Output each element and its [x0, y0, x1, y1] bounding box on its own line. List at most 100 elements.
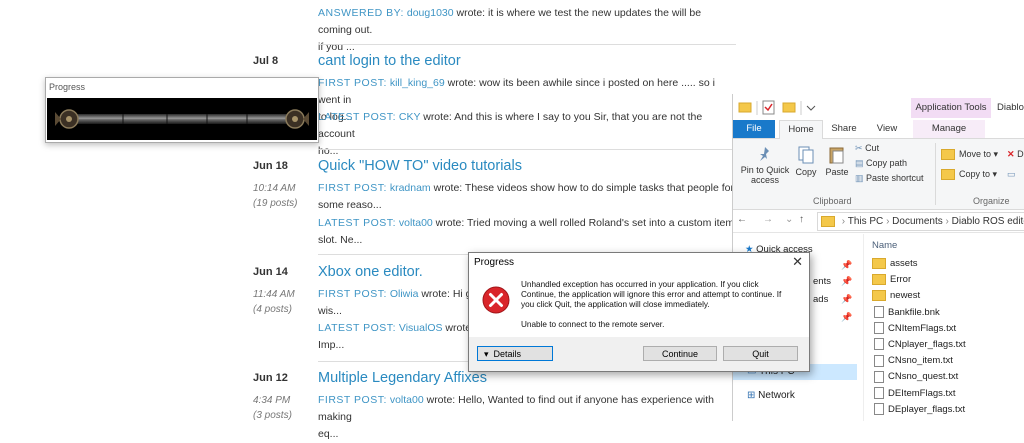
dialog-body: Unhandled exception has occurred in your… [469, 273, 809, 337]
window-title: Diablo [997, 102, 1024, 113]
paste-shortcut-button[interactable]: ▥ Paste shortcut [855, 173, 924, 184]
file-list-item[interactable]: CNsno_item.txt [872, 353, 953, 369]
thread-date: Jul 8 [253, 55, 279, 67]
document-icon [874, 403, 884, 416]
error-message: Unhandled exception has occurred in your… [521, 280, 782, 309]
author-link[interactable]: volta00 [399, 217, 433, 229]
author-link[interactable]: kill_king_69 [390, 77, 445, 89]
folder-icon [872, 290, 886, 302]
thread-title-link[interactable]: cant login to the editor [318, 53, 461, 69]
network-icon: ⊞ [747, 390, 756, 401]
breadcrumb[interactable]: › This PC › Documents › Diablo ROS edito [817, 212, 1024, 231]
document-icon [874, 370, 884, 383]
paste-button[interactable]: Paste [823, 145, 851, 177]
file-list-item[interactable]: Error [872, 272, 911, 288]
pin-icon [760, 147, 769, 161]
cut-button[interactable]: ✂ Cut [855, 143, 879, 154]
thread-title-link[interactable]: Multiple Legendary Affixes [318, 370, 487, 386]
file-name: CNItemFlags.txt [888, 322, 957, 334]
up-arrow-icon[interactable]: ↑ [799, 214, 804, 225]
progress-window-title: Progress [49, 82, 86, 92]
folder-icon [821, 215, 835, 227]
first-post: FIRST POST: volta00 wrote: Hello, Wanted… [318, 394, 714, 440]
file-list-item[interactable]: Bankfile.bnk [872, 305, 940, 321]
folder-icon [941, 149, 955, 161]
thread-date: Jun 18 [253, 160, 288, 172]
latest-post: LATEST POST: volta00 wrote: Tried moving… [318, 217, 735, 246]
quit-button[interactable]: Quit [723, 346, 798, 361]
thread-date: Jun 14 [253, 266, 288, 278]
tab-share[interactable]: Share [829, 120, 859, 138]
nav-item-network[interactable]: ⊞ Network [747, 390, 795, 401]
paste-icon [829, 147, 844, 164]
folder-icon [872, 274, 886, 286]
divider [318, 44, 736, 45]
tab-manage[interactable]: Manage [913, 120, 985, 138]
details-button[interactable]: ▾ Details [477, 346, 553, 361]
paste-shortcut-icon: ▥ [855, 173, 864, 183]
author-link[interactable]: kradnam [390, 182, 431, 194]
file-name: DEItemFlags.txt [888, 387, 956, 399]
document-icon [874, 338, 884, 351]
copy-path-button[interactable]: ▤ Copy path [855, 158, 907, 169]
breadcrumb-item[interactable]: Documents [892, 216, 943, 227]
breadcrumb-item[interactable]: Diablo ROS edito [952, 216, 1024, 227]
author-link[interactable]: VisualOS [399, 322, 443, 334]
quick-access-toolbar: Application Tools Diablo [733, 94, 1024, 120]
file-list-item[interactable]: CNItemFlags.txt [872, 321, 956, 337]
document-icon [874, 354, 884, 367]
thread-meta: 10:14 AM (19 posts) [253, 183, 298, 209]
ribbon-tabs: File Home Share View Manage [733, 120, 1024, 139]
recent-chevron-icon[interactable]: ⌄ [785, 214, 793, 225]
author-link[interactable]: volta00 [390, 394, 424, 406]
nav-item-documents[interactable]: ents [813, 276, 831, 287]
dialog-title: Progress [474, 257, 515, 268]
copy-path-icon: ▤ [855, 158, 864, 168]
folder-icon [872, 257, 886, 269]
file-name: Bankfile.bnk [888, 306, 940, 318]
divider [318, 149, 736, 150]
author-link[interactable]: doug1030 [407, 7, 454, 19]
tab-file[interactable]: File [733, 120, 775, 138]
forward-arrow-icon[interactable]: → [763, 214, 773, 225]
continue-button[interactable]: Continue [643, 346, 717, 361]
author-link[interactable]: CKY [399, 111, 420, 123]
file-name: newest [890, 290, 921, 302]
copy-to-button[interactable]: Copy to ▾ [941, 169, 997, 181]
file-list-item[interactable]: DEItemFlags.txt [872, 386, 956, 402]
file-list-item[interactable]: CNplayer_flags.txt [872, 337, 966, 353]
pin-icon: 📌 [841, 276, 853, 286]
chevron-down-icon: ▾ [484, 349, 489, 359]
back-arrow-icon[interactable]: ← [737, 214, 747, 225]
move-to-button[interactable]: Move to ▾ [941, 149, 998, 161]
file-name: CNsno_quest.txt [888, 371, 959, 383]
nav-item-downloads[interactable]: ads [813, 294, 828, 305]
thread-title-link[interactable]: Quick "HOW TO" video tutorials [318, 158, 522, 174]
author-link[interactable]: Oliwia [390, 288, 419, 300]
progress-window: Progress [45, 77, 319, 143]
folder-icon [941, 169, 955, 181]
copy-button[interactable]: Copy [793, 145, 819, 177]
file-list-item[interactable]: CNsno_quest.txt [872, 369, 958, 385]
thread-title-link[interactable]: Xbox one editor. [318, 264, 423, 280]
delete-button[interactable]: ✕ D [1007, 149, 1024, 160]
thread-meta: 4:34 PM (3 posts) [253, 395, 292, 421]
breadcrumb-item[interactable]: This PC [848, 216, 884, 227]
rename-button[interactable]: ▭ [1007, 169, 1016, 180]
close-icon[interactable]: ✕ [792, 254, 803, 270]
file-list-item[interactable]: newest [872, 288, 920, 304]
tab-view[interactable]: View [871, 120, 903, 138]
pin-quick-access-button[interactable]: Pin to Quick access [737, 145, 793, 185]
tab-home[interactable]: Home [779, 120, 823, 139]
ornate-bar-graphic [55, 109, 309, 129]
qat-icons [738, 100, 816, 115]
file-list-item[interactable]: DEplayer_flags.txt [872, 402, 965, 418]
file-name: assets [890, 258, 918, 269]
error-detail: Unable to connect to the remote server. [521, 320, 665, 329]
document-icon [874, 387, 884, 400]
file-list-item[interactable]: assets [872, 256, 917, 272]
delete-icon: ✕ [1007, 149, 1015, 159]
column-header-name[interactable]: Name [872, 240, 897, 251]
pin-icon: 📌 [841, 260, 853, 270]
group-separator [935, 143, 936, 205]
